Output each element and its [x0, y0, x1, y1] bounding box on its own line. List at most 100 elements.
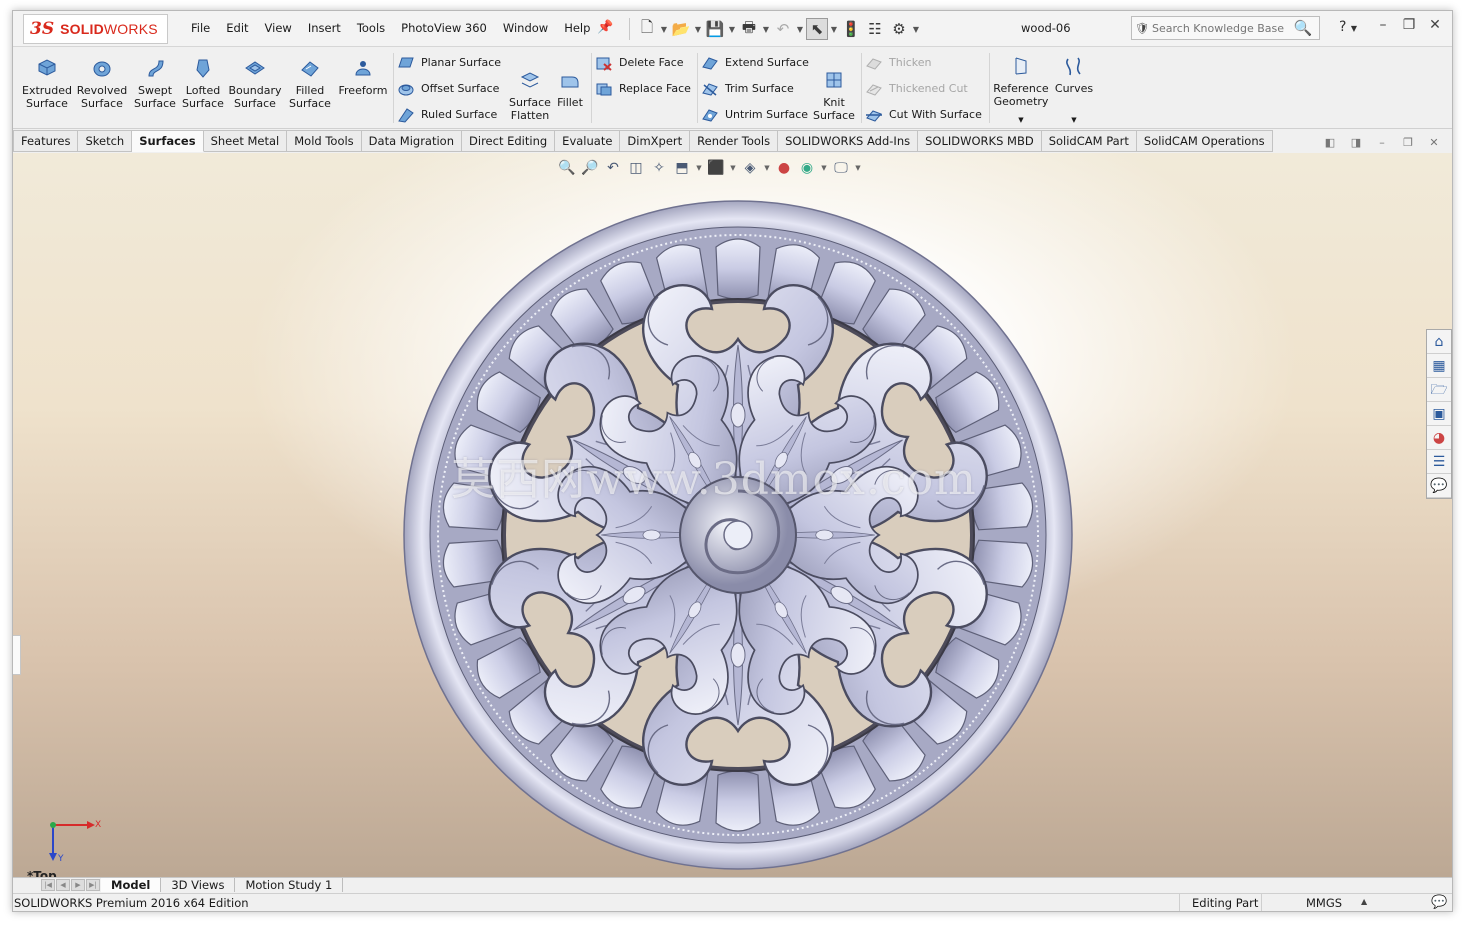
lofted-surface-button[interactable]: Lofted Surface — [179, 57, 227, 110]
prev-tab-arrow-icon[interactable]: ◀ — [56, 879, 70, 891]
hide-show-dropdown-icon[interactable]: ▼ — [763, 164, 771, 172]
pin-menu-icon[interactable]: 📌 — [597, 20, 613, 35]
display-style-icon[interactable]: ⬛ — [706, 159, 726, 177]
carved-rosette-model[interactable] — [398, 195, 1078, 875]
delete-face-button[interactable]: Delete Face — [595, 55, 684, 71]
tab-render-tools[interactable]: Render Tools — [690, 130, 779, 152]
tab-3d-views[interactable]: 3D Views — [161, 878, 236, 892]
tab-features[interactable]: Features — [13, 130, 79, 152]
menu-photoview[interactable]: PhotoView 360 — [393, 20, 495, 36]
options-gear-icon[interactable]: ⚙ — [888, 18, 910, 40]
view-orientation-dropdown-icon[interactable]: ▼ — [695, 164, 703, 172]
tab-mold-tools[interactable]: Mold Tools — [287, 130, 362, 152]
restore-icon[interactable]: ❐ — [1401, 17, 1417, 33]
zoom-to-fit-icon[interactable]: 🔍 — [557, 159, 577, 177]
menu-edit[interactable]: Edit — [218, 20, 256, 36]
help-button[interactable]: ? ▼ — [1339, 19, 1357, 35]
file-explorer-icon[interactable]: 🗁 — [1427, 378, 1451, 402]
tab-sheet-metal[interactable]: Sheet Metal — [203, 130, 288, 152]
edit-appearance-icon[interactable]: ● — [774, 159, 794, 177]
solidworks-logo[interactable]: 3S SOLIDWORKS — [23, 14, 168, 44]
search-input[interactable] — [1152, 21, 1292, 35]
open-dropdown-icon[interactable]: ▼ — [694, 25, 702, 34]
save-icon[interactable]: 💾 — [704, 18, 726, 40]
solidworks-forum-icon[interactable]: 💬 — [1427, 474, 1451, 498]
freeform-button[interactable]: Freeform — [337, 57, 389, 97]
replace-face-button[interactable]: Replace Face — [595, 81, 691, 97]
custom-properties-icon[interactable]: ☰ — [1427, 450, 1451, 474]
zoom-to-area-icon[interactable]: 🔎 — [580, 159, 600, 177]
next-tab-arrow-icon[interactable]: ▶ — [71, 879, 85, 891]
save-dropdown-icon[interactable]: ▼ — [728, 25, 736, 34]
close-icon[interactable]: ✕ — [1427, 17, 1443, 33]
view-settings-icon[interactable]: 🖵 — [831, 159, 851, 177]
options-dropdown-icon[interactable]: ▼ — [912, 25, 920, 34]
unit-system-dropdown-icon[interactable]: ▲ — [1361, 897, 1367, 906]
undo-dropdown-icon[interactable]: ▼ — [796, 25, 804, 34]
knit-surface-button[interactable]: Knit Surface — [811, 69, 857, 122]
reference-geometry-button[interactable]: Reference Geometry ▼ — [991, 55, 1051, 127]
cut-with-surface-button[interactable]: Cut With Surface — [865, 107, 982, 123]
tab-model[interactable]: Model — [101, 878, 162, 892]
search-icon[interactable]: 🔍 — [1292, 19, 1314, 37]
file-properties-icon[interactable]: ☷ — [864, 18, 886, 40]
appearances-scenes-icon[interactable]: ◕ — [1427, 426, 1451, 450]
menu-view[interactable]: View — [257, 20, 300, 36]
tab-solidworks-addins[interactable]: SOLIDWORKS Add-Ins — [778, 130, 919, 152]
tab-solidworks-mbd[interactable]: SOLIDWORKS MBD — [918, 130, 1042, 152]
thicken-button[interactable]: Thicken — [865, 55, 932, 71]
tab-data-migration[interactable]: Data Migration — [361, 130, 463, 152]
apply-scene-icon[interactable]: ◉ — [797, 159, 817, 177]
section-view-icon[interactable]: ◫ — [626, 159, 646, 177]
menu-window[interactable]: Window — [495, 20, 556, 36]
hide-show-icon[interactable]: ◈ — [740, 159, 760, 177]
untrim-surface-button[interactable]: Untrim Surface — [701, 107, 808, 123]
planar-surface-button[interactable]: Planar Surface — [397, 55, 501, 71]
doc-restore-icon[interactable]: ❐ — [1401, 136, 1415, 149]
tab-dimxpert[interactable]: DimXpert — [620, 130, 691, 152]
quick-tips-icon[interactable]: 💬 — [1431, 895, 1447, 910]
offset-surface-button[interactable]: Offset Surface — [397, 81, 499, 97]
tile-right-icon[interactable]: ◨ — [1349, 136, 1363, 149]
menu-help[interactable]: Help — [556, 20, 598, 36]
select-pointer-icon[interactable]: ⬉ — [806, 18, 828, 40]
display-style-dropdown-icon[interactable]: ▼ — [729, 164, 737, 172]
new-dropdown-icon[interactable]: ▼ — [660, 25, 668, 34]
dynamic-annotation-icon[interactable]: ✧ — [649, 159, 669, 177]
view-orientation-icon[interactable]: ⬒ — [672, 159, 692, 177]
feature-manager-expand-handle[interactable] — [13, 635, 21, 675]
menu-tools[interactable]: Tools — [349, 20, 393, 36]
reference-geometry-dropdown-icon[interactable]: ▼ — [991, 114, 1051, 127]
tab-sketch[interactable]: Sketch — [78, 130, 133, 152]
thickened-cut-button[interactable]: Thickened Cut — [865, 81, 968, 97]
curves-dropdown-icon[interactable]: ▼ — [1053, 114, 1095, 127]
swept-surface-button[interactable]: Swept Surface — [131, 57, 179, 110]
boundary-surface-button[interactable]: Boundary Surface — [227, 57, 283, 110]
tab-surfaces[interactable]: Surfaces — [132, 130, 204, 152]
extend-surface-button[interactable]: Extend Surface — [701, 55, 809, 71]
menu-insert[interactable]: Insert — [300, 20, 349, 36]
minimize-icon[interactable]: – — [1375, 17, 1391, 33]
previous-view-icon[interactable]: ↶ — [603, 159, 623, 177]
view-settings-dropdown-icon[interactable]: ▼ — [854, 164, 862, 172]
doc-close-icon[interactable]: ✕ — [1427, 136, 1441, 149]
doc-minimize-icon[interactable]: – — [1375, 136, 1389, 149]
design-library-icon[interactable]: ▦ — [1427, 354, 1451, 378]
fillet-button[interactable]: Fillet — [553, 69, 587, 109]
select-dropdown-icon[interactable]: ▼ — [830, 25, 838, 34]
tab-solidcam-part[interactable]: SolidCAM Part — [1041, 130, 1137, 152]
tab-direct-editing[interactable]: Direct Editing — [462, 130, 556, 152]
tile-left-icon[interactable]: ◧ — [1323, 136, 1337, 149]
tab-solidcam-operations[interactable]: SolidCAM Operations — [1136, 130, 1273, 152]
revolved-surface-button[interactable]: Revolved Surface — [75, 57, 129, 110]
extruded-surface-button[interactable]: Extruded Surface — [21, 57, 73, 110]
tab-evaluate[interactable]: Evaluate — [555, 130, 621, 152]
solidworks-resources-icon[interactable]: ⌂ — [1427, 330, 1451, 354]
surface-flatten-button[interactable]: Surface Flatten — [507, 69, 553, 122]
curves-button[interactable]: Curves ▼ — [1053, 55, 1095, 127]
ruled-surface-button[interactable]: Ruled Surface — [397, 107, 497, 123]
search-box[interactable]: 🛡 🔍 — [1131, 16, 1320, 40]
print-icon[interactable]: 🖶 — [738, 18, 760, 40]
new-document-icon[interactable]: 🗋 — [636, 18, 658, 40]
undo-icon[interactable]: ↶ — [772, 18, 794, 40]
